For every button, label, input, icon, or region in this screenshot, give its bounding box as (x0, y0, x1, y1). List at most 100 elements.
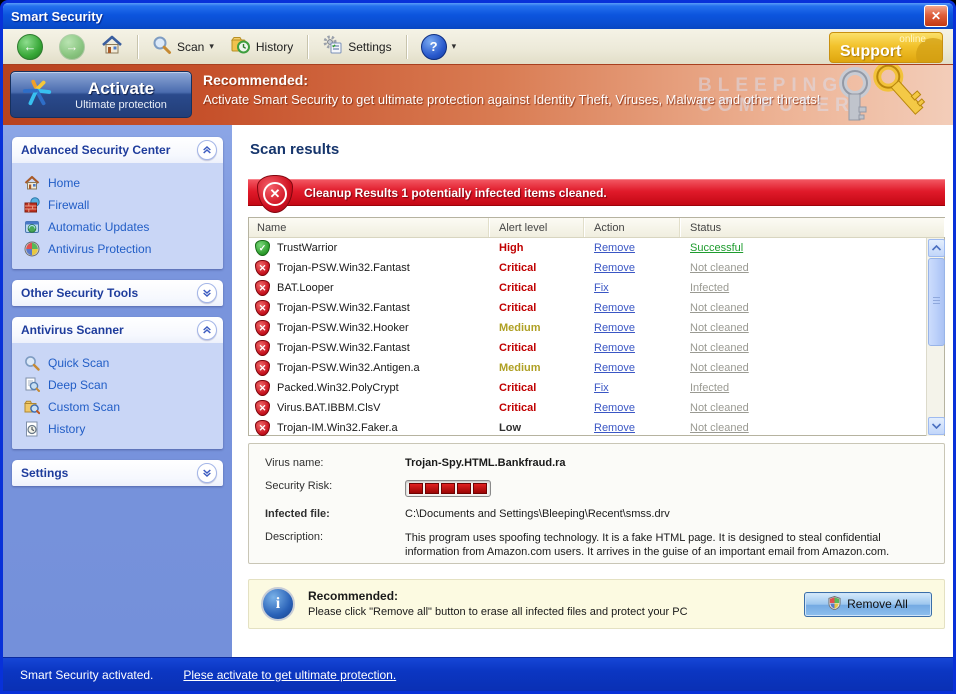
action-link[interactable]: Fix (594, 382, 609, 394)
status-link[interactable]: Not cleaned (690, 362, 749, 374)
action-link[interactable]: Remove (594, 302, 635, 314)
threat-name: Trojan-PSW.Win32.Hooker (277, 322, 409, 334)
action-link[interactable]: Remove (594, 322, 635, 334)
home-button[interactable] (95, 32, 129, 61)
risk-block (457, 483, 471, 494)
titlebar: Smart Security ✕ (3, 3, 953, 29)
sidebar-section-header[interactable]: Settings (12, 460, 223, 486)
forward-icon: → (59, 33, 85, 60)
description-value: This program uses spoofing technology. I… (405, 532, 890, 558)
table-row[interactable]: ✓ TrustWarrior High Remove Successful (249, 238, 944, 258)
column-header-alert-level[interactable]: Alert level (489, 218, 584, 237)
toolbar-separator (137, 34, 138, 59)
activate-button[interactable]: Activate Ultimate protection (10, 71, 192, 118)
infected-shield-icon: ✕ (255, 300, 270, 316)
action-link[interactable]: Remove (594, 342, 635, 354)
settings-button[interactable]: Settings (316, 32, 397, 61)
help-button[interactable]: ? ▾ (415, 31, 463, 63)
infected-file-label: Infected file: (265, 508, 330, 520)
sidebar-item-home[interactable]: Home (16, 172, 219, 194)
sidebar-section-header[interactable]: Antivirus Scanner (12, 317, 223, 343)
table-row[interactable]: ✕ Trojan-IM.Win32.Faker.a Low Remove Not … (249, 418, 944, 438)
remove-all-button[interactable]: Remove All (804, 591, 932, 617)
status-link[interactable]: Successful (690, 242, 743, 254)
status-link[interactable]: Not cleaned (690, 302, 749, 314)
sidebar-item-custom-scan[interactable]: Custom Scan (16, 396, 219, 418)
activate-status-link[interactable]: Plese activate to get ultimate protectio… (183, 668, 396, 682)
sidebar-item-deep-scan[interactable]: Deep Scan (16, 374, 219, 396)
forward-button[interactable]: → (53, 31, 91, 63)
column-header-status[interactable]: Status (680, 218, 944, 237)
action-link[interactable]: Remove (594, 242, 635, 254)
threat-name: Trojan-PSW.Win32.Fantast (277, 302, 410, 314)
table-row[interactable]: ✕ Packed.Win32.PolyCrypt Critical Fix Inf… (249, 378, 944, 398)
sidebar-item-quick-scan[interactable]: Quick Scan (16, 352, 219, 374)
settings-icon (322, 35, 343, 58)
threat-name: Packed.Win32.PolyCrypt (277, 382, 399, 394)
chevron-down-icon[interactable] (197, 283, 217, 303)
table-row[interactable]: ✕ Trojan-PSW.Win32.Hooker Medium Remove N… (249, 318, 944, 338)
sidebar-item-firewall[interactable]: Firewall (16, 194, 219, 216)
chevron-up-icon[interactable] (197, 320, 217, 340)
page-title: Scan results (250, 141, 340, 158)
status-link[interactable]: Not cleaned (690, 342, 749, 354)
alert-level: Low (499, 422, 521, 434)
action-link[interactable]: Remove (594, 422, 635, 434)
alert-level: Critical (499, 262, 537, 274)
security-risk-label: Security Risk: (265, 480, 333, 492)
risk-block (409, 483, 423, 494)
scan-dropdown-caret-icon: ▾ (209, 41, 214, 51)
alert-level: Medium (499, 362, 541, 374)
sidebar-section-header[interactable]: Advanced Security Center (12, 137, 223, 163)
chevron-down-icon[interactable] (197, 463, 217, 483)
sidebar-section-title: Advanced Security Center (21, 143, 171, 157)
table-row[interactable]: ✕ BAT.Looper Critical Fix Infected (249, 278, 944, 298)
sidebar-item-automatic-updates[interactable]: Automatic Updates (16, 216, 219, 238)
threat-name: BAT.Looper (277, 282, 334, 294)
back-button[interactable]: ← (11, 31, 49, 63)
scrollbar-thumb[interactable] (928, 258, 945, 346)
recommended-strip: i Recommended: Please click "Remove all"… (248, 579, 945, 629)
vertical-scrollbar[interactable] (926, 238, 945, 436)
status-link[interactable]: Infected (690, 282, 729, 294)
chevron-up-icon[interactable] (197, 140, 217, 160)
threat-name: Trojan-PSW.Win32.Fantast (277, 262, 410, 274)
sidebar-section-header[interactable]: Other Security Tools (12, 280, 223, 306)
table-row[interactable]: ✕ Trojan-PSW.Win32.Fantast Critical Remov… (249, 258, 944, 278)
cleanup-alert-banner: ✕ Cleanup Results 1 potentially infected… (248, 175, 945, 213)
sidebar-item-history[interactable]: History (16, 418, 219, 440)
status-link[interactable]: Infected (690, 382, 729, 394)
sidebar: Advanced Security Center Home Firewall A… (3, 125, 232, 657)
sidebar-item-antivirus-protection[interactable]: Antivirus Protection (16, 238, 219, 260)
close-icon: ✕ (930, 9, 942, 23)
main-panel: Scan results ✕ Cleanup Results 1 potenti… (232, 125, 953, 657)
column-header-action[interactable]: Action (584, 218, 680, 237)
alert-level: Critical (499, 402, 537, 414)
cleanup-alert-text: Cleanup Results 1 potentially infected i… (304, 185, 607, 200)
status-link[interactable]: Not cleaned (690, 322, 749, 334)
deep-scan-icon (24, 377, 40, 393)
table-header: Name Alert level Action Status (249, 218, 944, 238)
scan-label: Scan (177, 39, 205, 54)
table-row[interactable]: ✕ Trojan-PSW.Win32.Fantast Critical Remov… (249, 338, 944, 358)
scroll-up-button[interactable] (928, 239, 945, 257)
action-link[interactable]: Fix (594, 282, 609, 294)
table-row[interactable]: ✕ Trojan-PSW.Win32.Antigen.a Medium Remov… (249, 358, 944, 378)
table-row[interactable]: ✕ Trojan-PSW.Win32.Fantast Critical Remov… (249, 298, 944, 318)
status-link[interactable]: Not cleaned (690, 402, 749, 414)
table-row[interactable]: ✕ Virus.BAT.IBBM.ClsV Critical Remove Not… (249, 398, 944, 418)
smart-security-window: Smart Security ✕ ← → Scan ▾ History Sett… (0, 0, 956, 694)
history-button[interactable]: History (224, 32, 299, 61)
action-link[interactable]: Remove (594, 262, 635, 274)
alert-level: Critical (499, 342, 537, 354)
online-support-button[interactable]: online Support (829, 32, 943, 63)
column-header-name[interactable]: Name (249, 218, 489, 237)
action-link[interactable]: Remove (594, 362, 635, 374)
status-link[interactable]: Not cleaned (690, 422, 749, 434)
scan-button[interactable]: Scan ▾ (146, 32, 220, 61)
close-button[interactable]: ✕ (924, 5, 948, 27)
action-link[interactable]: Remove (594, 402, 635, 414)
virus-details-panel: Virus name: Trojan-Spy.HTML.Bankfraud.ra… (248, 443, 945, 564)
status-link[interactable]: Not cleaned (690, 262, 749, 274)
scroll-down-button[interactable] (928, 417, 945, 435)
